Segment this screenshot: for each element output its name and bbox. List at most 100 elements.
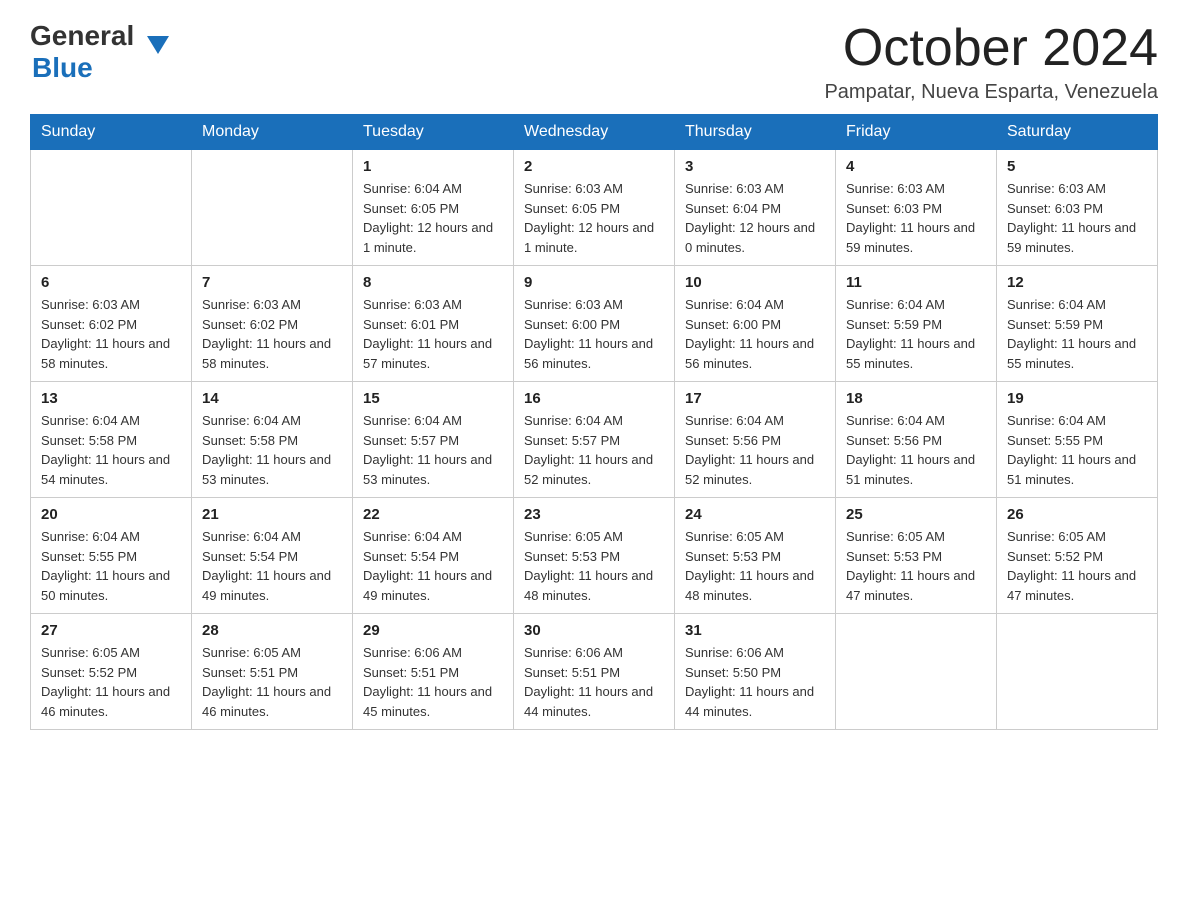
table-row: 9 Sunrise: 6:03 AMSunset: 6:00 PMDaylight…	[514, 266, 675, 382]
table-row: 1 Sunrise: 6:04 AMSunset: 6:05 PMDaylight…	[353, 150, 514, 266]
calendar-table: Sunday Monday Tuesday Wednesday Thursday…	[30, 114, 1158, 730]
day-number: 16	[524, 390, 664, 407]
calendar-week-row: 20 Sunrise: 6:04 AMSunset: 5:55 PMDayligh…	[31, 498, 1158, 614]
day-info: Sunrise: 6:04 AMSunset: 5:55 PMDaylight:…	[41, 527, 181, 605]
day-info: Sunrise: 6:05 AMSunset: 5:53 PMDaylight:…	[846, 527, 986, 605]
header-saturday: Saturday	[997, 115, 1158, 150]
logo: General Blue	[30, 20, 147, 84]
month-title: October 2024	[824, 20, 1158, 77]
day-info: Sunrise: 6:05 AMSunset: 5:51 PMDaylight:…	[202, 643, 342, 721]
header-monday: Monday	[192, 115, 353, 150]
table-row: 29 Sunrise: 6:06 AMSunset: 5:51 PMDayligh…	[353, 614, 514, 730]
day-info: Sunrise: 6:04 AMSunset: 5:59 PMDaylight:…	[846, 295, 986, 373]
day-number: 11	[846, 274, 986, 291]
table-row	[997, 614, 1158, 730]
day-number: 13	[41, 390, 181, 407]
day-info: Sunrise: 6:04 AMSunset: 5:58 PMDaylight:…	[202, 411, 342, 489]
day-number: 23	[524, 506, 664, 523]
day-number: 18	[846, 390, 986, 407]
day-info: Sunrise: 6:04 AMSunset: 5:58 PMDaylight:…	[41, 411, 181, 489]
table-row: 15Sunrise: 6:04 AMSunset: 5:57 PMDayligh…	[353, 382, 514, 498]
table-row: 7 Sunrise: 6:03 AMSunset: 6:02 PMDaylight…	[192, 266, 353, 382]
table-row: 24Sunrise: 6:05 AMSunset: 5:53 PMDayligh…	[675, 498, 836, 614]
day-info: Sunrise: 6:04 AMSunset: 6:00 PMDaylight:…	[685, 295, 825, 373]
table-row: 12Sunrise: 6:04 AMSunset: 5:59 PMDayligh…	[997, 266, 1158, 382]
day-number: 6	[41, 274, 181, 291]
table-row: 23 Sunrise: 6:05 AMSunset: 5:53 PMDayligh…	[514, 498, 675, 614]
day-info: Sunrise: 6:04 AMSunset: 6:05 PMDaylight:…	[363, 179, 503, 257]
day-number: 20	[41, 506, 181, 523]
header-wednesday: Wednesday	[514, 115, 675, 150]
table-row: 22 Sunrise: 6:04 AMSunset: 5:54 PMDayligh…	[353, 498, 514, 614]
day-number: 29	[363, 622, 503, 639]
weekday-header-row: Sunday Monday Tuesday Wednesday Thursday…	[31, 115, 1158, 150]
day-number: 9	[524, 274, 664, 291]
day-number: 10	[685, 274, 825, 291]
day-number: 5	[1007, 158, 1147, 175]
day-info: Sunrise: 6:03 AMSunset: 6:00 PMDaylight:…	[524, 295, 664, 373]
day-info: Sunrise: 6:06 AMSunset: 5:50 PMDaylight:…	[685, 643, 825, 721]
day-info: Sunrise: 6:04 AMSunset: 5:56 PMDaylight:…	[685, 411, 825, 489]
day-number: 22	[363, 506, 503, 523]
day-info: Sunrise: 6:04 AMSunset: 5:55 PMDaylight:…	[1007, 411, 1147, 489]
day-number: 2	[524, 158, 664, 175]
table-row: 3Sunrise: 6:03 AMSunset: 6:04 PMDaylight…	[675, 150, 836, 266]
day-info: Sunrise: 6:03 AMSunset: 6:02 PMDaylight:…	[202, 295, 342, 373]
day-info: Sunrise: 6:05 AMSunset: 5:53 PMDaylight:…	[524, 527, 664, 605]
day-number: 3	[685, 158, 825, 175]
day-number: 15	[363, 390, 503, 407]
location-title: Pampatar, Nueva Esparta, Venezuela	[824, 81, 1158, 104]
table-row	[31, 150, 192, 266]
table-row: 14 Sunrise: 6:04 AMSunset: 5:58 PMDayligh…	[192, 382, 353, 498]
day-info: Sunrise: 6:04 AMSunset: 5:54 PMDaylight:…	[363, 527, 503, 605]
calendar-week-row: 27 Sunrise: 6:05 AMSunset: 5:52 PMDayligh…	[31, 614, 1158, 730]
day-number: 1	[363, 158, 503, 175]
title-area: October 2024 Pampatar, Nueva Esparta, Ve…	[824, 20, 1158, 104]
day-number: 30	[524, 622, 664, 639]
day-number: 27	[41, 622, 181, 639]
day-number: 4	[846, 158, 986, 175]
day-info: Sunrise: 6:03 AMSunset: 6:01 PMDaylight:…	[363, 295, 503, 373]
table-row: 16 Sunrise: 6:04 AMSunset: 5:57 PMDayligh…	[514, 382, 675, 498]
calendar-week-row: 13 Sunrise: 6:04 AMSunset: 5:58 PMDayligh…	[31, 382, 1158, 498]
day-number: 24	[685, 506, 825, 523]
table-row: 5Sunrise: 6:03 AMSunset: 6:03 PMDaylight…	[997, 150, 1158, 266]
table-row	[836, 614, 997, 730]
day-number: 8	[363, 274, 503, 291]
header: General Blue October 2024 Pampatar, Nuev…	[30, 20, 1158, 104]
day-number: 21	[202, 506, 342, 523]
day-number: 7	[202, 274, 342, 291]
table-row: 20 Sunrise: 6:04 AMSunset: 5:55 PMDayligh…	[31, 498, 192, 614]
table-row	[192, 150, 353, 266]
day-info: Sunrise: 6:04 AMSunset: 5:59 PMDaylight:…	[1007, 295, 1147, 373]
table-row: 10 Sunrise: 6:04 AMSunset: 6:00 PMDayligh…	[675, 266, 836, 382]
day-info: Sunrise: 6:06 AMSunset: 5:51 PMDaylight:…	[363, 643, 503, 721]
header-sunday: Sunday	[31, 115, 192, 150]
day-number: 28	[202, 622, 342, 639]
table-row: 8 Sunrise: 6:03 AMSunset: 6:01 PMDaylight…	[353, 266, 514, 382]
table-row: 2 Sunrise: 6:03 AMSunset: 6:05 PMDaylight…	[514, 150, 675, 266]
table-row: 27 Sunrise: 6:05 AMSunset: 5:52 PMDayligh…	[31, 614, 192, 730]
table-row: 4 Sunrise: 6:03 AMSunset: 6:03 PMDaylight…	[836, 150, 997, 266]
header-thursday: Thursday	[675, 115, 836, 150]
table-row: 18 Sunrise: 6:04 AMSunset: 5:56 PMDayligh…	[836, 382, 997, 498]
day-info: Sunrise: 6:04 AMSunset: 5:57 PMDaylight:…	[524, 411, 664, 489]
table-row: 30 Sunrise: 6:06 AMSunset: 5:51 PMDayligh…	[514, 614, 675, 730]
table-row: 26Sunrise: 6:05 AMSunset: 5:52 PMDayligh…	[997, 498, 1158, 614]
calendar-week-row: 1 Sunrise: 6:04 AMSunset: 6:05 PMDaylight…	[31, 150, 1158, 266]
day-number: 17	[685, 390, 825, 407]
logo-blue: Blue	[32, 52, 93, 83]
table-row: 17 Sunrise: 6:04 AMSunset: 5:56 PMDayligh…	[675, 382, 836, 498]
day-info: Sunrise: 6:06 AMSunset: 5:51 PMDaylight:…	[524, 643, 664, 721]
day-number: 14	[202, 390, 342, 407]
table-row: 13 Sunrise: 6:04 AMSunset: 5:58 PMDayligh…	[31, 382, 192, 498]
day-info: Sunrise: 6:03 AMSunset: 6:02 PMDaylight:…	[41, 295, 181, 373]
table-row: 31Sunrise: 6:06 AMSunset: 5:50 PMDayligh…	[675, 614, 836, 730]
day-info: Sunrise: 6:04 AMSunset: 5:56 PMDaylight:…	[846, 411, 986, 489]
day-info: Sunrise: 6:05 AMSunset: 5:52 PMDaylight:…	[41, 643, 181, 721]
table-row: 25Sunrise: 6:05 AMSunset: 5:53 PMDayligh…	[836, 498, 997, 614]
table-row: 21Sunrise: 6:04 AMSunset: 5:54 PMDayligh…	[192, 498, 353, 614]
day-info: Sunrise: 6:03 AMSunset: 6:03 PMDaylight:…	[846, 179, 986, 257]
day-info: Sunrise: 6:03 AMSunset: 6:05 PMDaylight:…	[524, 179, 664, 257]
day-info: Sunrise: 6:05 AMSunset: 5:52 PMDaylight:…	[1007, 527, 1147, 605]
